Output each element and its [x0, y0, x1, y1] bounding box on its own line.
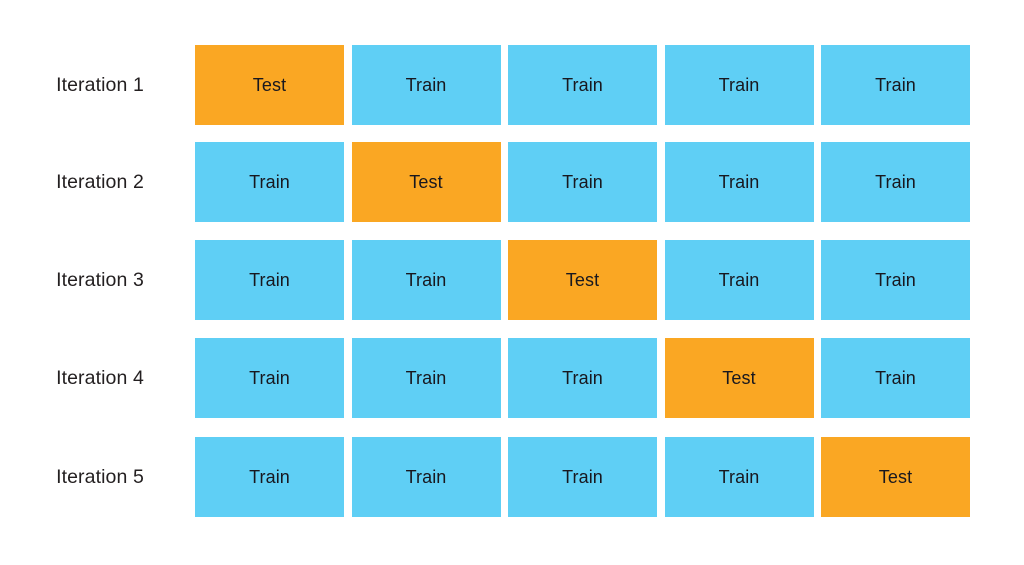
iteration-row: Iteration 3 Train Train Test Train Train [0, 240, 1024, 320]
iteration-row: Iteration 4 Train Train Train Test Train [0, 338, 1024, 418]
fold-cell: Train [195, 338, 344, 418]
iteration-row: Iteration 5 Train Train Train Train Test [0, 437, 1024, 517]
iteration-row: Iteration 1 Test Train Train Train Train [0, 45, 1024, 125]
fold-cell: Train [664, 45, 814, 125]
fold-cell: Train [508, 45, 657, 125]
iteration-label: Iteration 2 [56, 171, 144, 193]
fold-cell: Train [351, 437, 501, 517]
iteration-label: Iteration 4 [56, 367, 144, 389]
fold-cell: Train [195, 437, 344, 517]
iteration-label: Iteration 1 [56, 74, 144, 96]
fold-cell: Test [508, 240, 657, 320]
kfold-cross-validation-diagram: Iteration 1 Test Train Train Train Train… [0, 0, 1024, 565]
fold-cell-group: Train Train Train Train Test [195, 437, 971, 517]
fold-cell: Test [195, 45, 344, 125]
fold-cell: Train [351, 240, 501, 320]
fold-cell: Train [508, 437, 657, 517]
fold-cell: Train [664, 142, 814, 222]
kfold-grid: Iteration 1 Test Train Train Train Train… [0, 0, 1024, 565]
fold-cell-group: Train Train Train Test Train [195, 338, 971, 418]
fold-cell: Train [351, 338, 501, 418]
fold-cell-group: Train Train Test Train Train [195, 240, 971, 320]
fold-cell: Train [821, 142, 970, 222]
fold-cell: Test [821, 437, 970, 517]
fold-cell: Train [508, 338, 657, 418]
fold-cell: Train [664, 437, 814, 517]
fold-cell: Train [195, 240, 344, 320]
fold-cell: Train [195, 142, 344, 222]
iteration-row: Iteration 2 Train Test Train Train Train [0, 142, 1024, 222]
fold-cell: Test [664, 338, 814, 418]
fold-cell: Train [508, 142, 657, 222]
iteration-label: Iteration 3 [56, 269, 144, 291]
fold-cell-group: Train Test Train Train Train [195, 142, 971, 222]
fold-cell: Train [821, 240, 970, 320]
fold-cell: Train [821, 338, 970, 418]
fold-cell: Train [664, 240, 814, 320]
fold-cell-group: Test Train Train Train Train [195, 45, 971, 125]
fold-cell: Test [351, 142, 501, 222]
iteration-label: Iteration 5 [56, 466, 144, 488]
fold-cell: Train [821, 45, 970, 125]
fold-cell: Train [351, 45, 501, 125]
